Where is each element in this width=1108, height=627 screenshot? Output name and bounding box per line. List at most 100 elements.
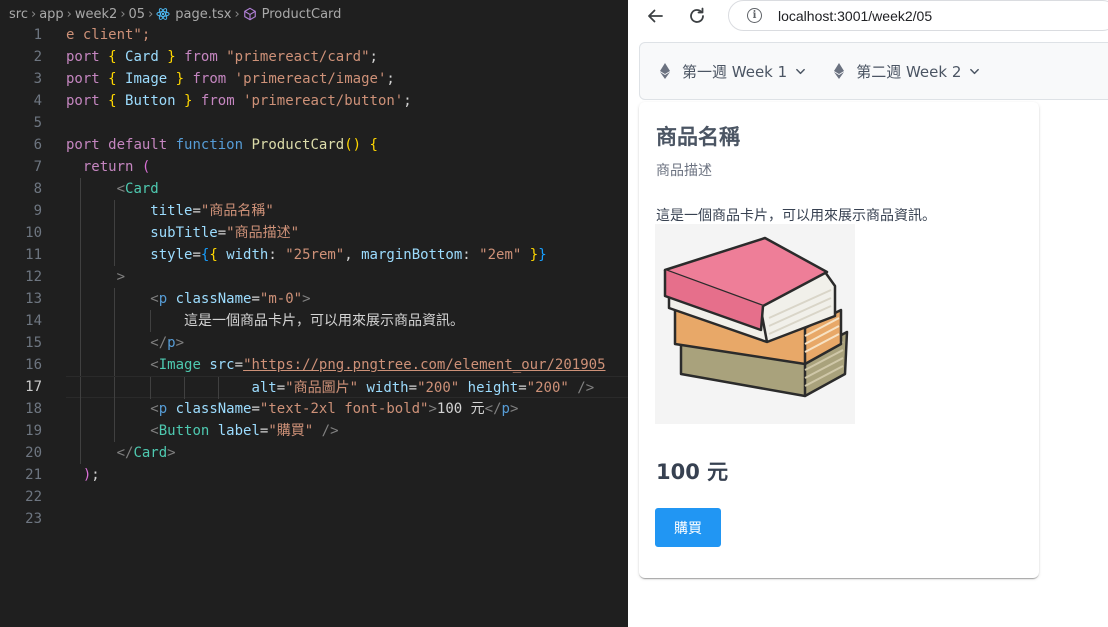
code-token: p xyxy=(158,401,168,417)
code-token: function xyxy=(175,137,244,153)
menu-item-label: 第二週 Week 2 xyxy=(856,62,962,81)
arrow-left-icon xyxy=(648,9,663,23)
breadcrumb-week2[interactable]: week2 xyxy=(75,7,117,22)
code-token: Button xyxy=(158,423,210,439)
code-line: 這是一個商品卡片，可以用來展示商品資訊。 xyxy=(66,310,628,332)
code-token: from xyxy=(184,49,218,65)
code-token: width xyxy=(226,247,269,263)
line-number: 21 xyxy=(25,467,42,483)
breadcrumb-file[interactable]: page.tsx xyxy=(175,7,231,22)
code-token: src xyxy=(209,357,235,373)
line-number: 18 xyxy=(25,401,42,417)
product-image[interactable] xyxy=(655,224,855,424)
code-line: <Card xyxy=(66,178,628,200)
menubar: 第一週 Week 1 第二週 Week 2 xyxy=(639,42,1108,100)
code-token: "primereact/card" xyxy=(226,49,370,65)
chevron-right-icon: › xyxy=(30,6,37,22)
line-number: 5 xyxy=(33,115,42,131)
code-token: Image xyxy=(125,71,168,87)
code-token: Image xyxy=(158,357,201,373)
line-number: 8 xyxy=(33,181,42,197)
code-token: 這是一個商品卡片，可以用來展示商品資訊。 xyxy=(184,313,465,329)
code-line: style={{ width: "25rem", marginBottom: "… xyxy=(66,244,628,266)
menu-item-week1[interactable]: 第一週 Week 1 xyxy=(660,61,806,82)
line-number-active: 17 xyxy=(25,379,42,395)
code-line: return ( xyxy=(82,159,151,175)
line-number: 1 xyxy=(33,27,42,43)
line-number: 2 xyxy=(33,49,42,65)
code-line-current: alt="商品圖片" width="200" height="200" /> xyxy=(66,376,628,399)
code-line: e client"; xyxy=(66,24,628,46)
address-bar[interactable]: i localhost:3001/week2/05 xyxy=(728,0,1108,31)
code-line: subTitle="商品描述" xyxy=(66,222,628,244)
info-icon[interactable]: i xyxy=(747,8,762,23)
code-token: alt xyxy=(251,380,277,396)
code-token: from xyxy=(200,93,235,109)
code-line: > xyxy=(66,266,628,288)
chevron-right-icon: › xyxy=(66,6,72,22)
code-line: ); xyxy=(82,467,100,483)
code-editor[interactable]: src › app › week2 › 05 › page.tsx › Prod… xyxy=(0,0,628,627)
card-title: 商品名稱 xyxy=(656,125,740,149)
code-token: p xyxy=(158,291,168,307)
line-number: 19 xyxy=(25,423,42,439)
code-token: port xyxy=(66,71,100,87)
chevron-down-icon xyxy=(970,68,980,74)
breadcrumb-src[interactable]: src xyxy=(9,7,28,22)
code-token[interactable]: "https://png.pngtree.com/element_our/201… xyxy=(243,357,605,373)
code-token: className xyxy=(175,291,252,307)
breadcrumb-symbol[interactable]: ProductCard xyxy=(262,7,342,22)
line-number: 12 xyxy=(25,269,42,285)
browser-toolbar: i localhost:3001/week2/05 xyxy=(628,0,1108,32)
code-token: ProductCard xyxy=(251,137,345,153)
line-number: 3 xyxy=(33,71,42,87)
reload-button[interactable] xyxy=(682,1,712,31)
code-token: "2em" xyxy=(479,247,522,263)
code-token: label xyxy=(217,423,260,439)
code-token: Card xyxy=(133,445,168,461)
chevron-right-icon: › xyxy=(120,6,126,22)
code-token: className xyxy=(175,401,252,417)
line-number: 23 xyxy=(25,511,42,527)
line-number: 4 xyxy=(33,93,42,109)
code-token: "購買" xyxy=(268,423,314,439)
back-button[interactable] xyxy=(640,1,670,31)
code-line: port { Button } from 'primereact/button'… xyxy=(66,93,412,109)
line-number: 15 xyxy=(25,335,42,351)
breadcrumb-app[interactable]: app xyxy=(39,7,63,22)
chevron-right-icon: › xyxy=(148,6,154,22)
books-illustration xyxy=(663,236,849,398)
card-price: 100 元 xyxy=(656,460,729,484)
code-token: default xyxy=(108,137,168,153)
url-text[interactable]: localhost:3001/week2/05 xyxy=(778,8,932,24)
card-subtitle: 商品描述 xyxy=(656,163,712,179)
code-token: Card xyxy=(125,181,159,197)
code-token: "200" xyxy=(417,380,460,396)
code-token: "商品名稱" xyxy=(200,203,274,219)
breadcrumb-05[interactable]: 05 xyxy=(129,7,146,22)
code-line: <p className="text-2xl font-bold">100 元<… xyxy=(66,398,628,420)
code-token: title xyxy=(150,203,193,219)
code-token: from xyxy=(192,71,227,87)
code-token: style xyxy=(150,247,193,263)
code-line: <p className="m-0"> xyxy=(66,288,628,310)
code-line: <Button label="購買" /> xyxy=(66,420,628,442)
line-number: 11 xyxy=(25,247,42,263)
code-area[interactable]: e client"; port { Card } from "primereac… xyxy=(66,24,628,530)
line-number: 7 xyxy=(33,159,42,175)
code-token: p xyxy=(501,401,510,417)
code-token: subTitle xyxy=(150,225,218,241)
symbol-function-icon xyxy=(243,7,256,21)
menu-item-week2[interactable]: 第二週 Week 2 xyxy=(834,61,980,82)
code-line: </p> xyxy=(66,332,628,354)
code-token: Button xyxy=(125,93,176,109)
code-token: height xyxy=(467,380,519,396)
ethereum-icon xyxy=(660,63,670,79)
buy-button[interactable]: 購買 xyxy=(655,508,721,547)
line-number: 9 xyxy=(33,203,42,219)
code-line: </Card> xyxy=(66,442,628,464)
code-token: "text-2xl font-bold" xyxy=(259,401,429,417)
